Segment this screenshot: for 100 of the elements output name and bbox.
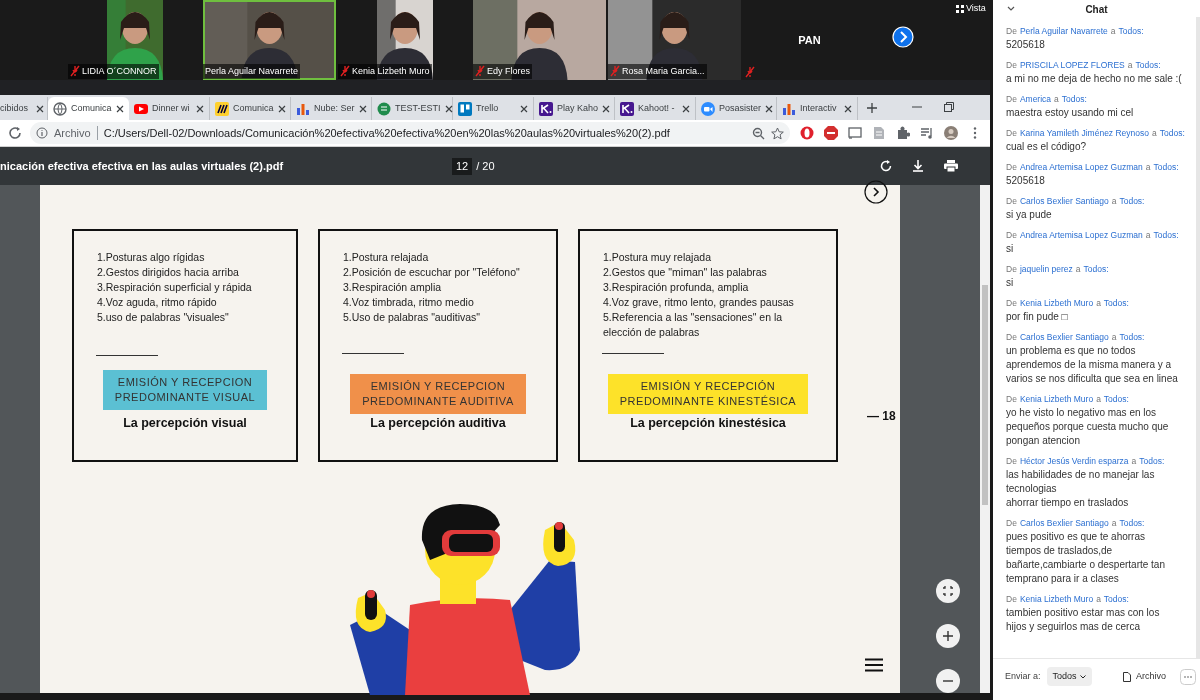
sender-prefix: De: [1006, 59, 1017, 71]
close-icon[interactable]: [765, 104, 774, 113]
participant-name: LIDIA O´CONNOR: [82, 64, 157, 78]
download-icon[interactable]: [912, 160, 924, 172]
sender-name: Perla Aguilar Navarrete: [1019, 25, 1108, 37]
close-icon[interactable]: [36, 104, 44, 113]
chat-message: tambien positivo estar mas con los hijos y seguirlos mas de cerca: [1006, 606, 1161, 634]
url-scheme: Archivo: [54, 125, 91, 141]
print-icon[interactable]: [944, 160, 958, 172]
zoom-in-button[interactable]: [936, 624, 960, 648]
view-button[interactable]: Vista: [966, 2, 986, 16]
list-item: 4.Voz timbrada, ritmo medio: [342, 295, 475, 310]
zoom-out-button[interactable]: [936, 669, 960, 693]
restore-icon[interactable]: [944, 102, 954, 112]
tab-title: Dinner wi: [152, 101, 190, 115]
next-page-button[interactable]: [892, 26, 914, 48]
chevron-down-icon[interactable]: [1007, 6, 1015, 12]
browser-tab[interactable]: Comunica: [48, 97, 129, 120]
sender-name: Kenia Lizbeth Muro: [1019, 393, 1094, 405]
tab-title: Play Kaho: [557, 101, 599, 115]
chat-title: Chat: [1084, 2, 1109, 17]
sender-prefix: De: [1006, 455, 1017, 467]
close-icon[interactable]: [444, 104, 453, 113]
sender-prefix: De: [1006, 93, 1017, 105]
close-icon[interactable]: [602, 104, 611, 113]
recipient-name: Todos:: [1119, 331, 1145, 343]
category-label: EMISIÓN Y RECEPCIÓN PREDOMINANTE KINESTÉSICA: [607, 374, 809, 415]
chat-message: maestra estoy usando mi cel: [1006, 106, 1135, 120]
info-icon: [36, 127, 48, 139]
chat-message: las habilidades de no manejar las tecnologias ahorrar tiempo en traslados: [1006, 468, 1156, 510]
recipient-name: Todos:: [1139, 455, 1165, 467]
sender-prefix: De: [1006, 517, 1017, 529]
send-to-label: Enviar a:: [1005, 669, 1041, 683]
close-icon[interactable]: [682, 104, 690, 113]
sender-prefix: De: [1006, 393, 1017, 405]
chat-message: 5205618: [1006, 38, 1046, 52]
close-icon[interactable]: [277, 104, 286, 113]
list-item: 1.Postura relajada: [342, 250, 430, 265]
file-button[interactable]: Archivo: [1123, 669, 1166, 684]
circle-icon: [377, 101, 391, 116]
recipient-prefix: a: [1152, 127, 1157, 139]
page-number-field[interactable]: 12: [452, 158, 473, 175]
list-item: 3.Respiración profunda, amplia: [602, 280, 750, 295]
recipient-name: Todos:: [1153, 229, 1179, 241]
sender-name: Andrea Artemisa Lopez Guzman: [1019, 229, 1143, 241]
sender-name: Carlos Bexlier Santiago: [1019, 331, 1109, 343]
globe-icon: [53, 101, 67, 116]
shield-icon[interactable]: [824, 126, 838, 140]
zoom-icon[interactable]: [752, 126, 765, 140]
list-item: 2.Gestos dirigidos hacia arriba: [96, 265, 240, 280]
sender-prefix: De: [1006, 127, 1017, 139]
music-list-icon[interactable]: [920, 126, 934, 140]
puzzle-icon[interactable]: [896, 126, 910, 140]
tab-title: Trello: [476, 101, 499, 115]
close-icon[interactable]: [358, 104, 367, 113]
chat-message: un problema es que no todos aprendemos de la misma manera y a varios se nos dificulta que sea en linea: [1006, 344, 1179, 386]
sender-prefix: De: [1006, 25, 1017, 37]
star-icon[interactable]: [771, 126, 784, 140]
category-label: EMISIÓN Y RECEPCION PREDOMINANTE VISUAL: [102, 370, 268, 410]
sender-prefix: De: [1006, 593, 1017, 605]
participant-name: Perla Aguilar Navarrete: [205, 64, 299, 78]
recipient-dropdown[interactable]: Todos: [1046, 666, 1092, 687]
close-icon[interactable]: [520, 104, 528, 113]
board-icon: [458, 101, 472, 116]
address-field[interactable]: Archivo C:/Users/Dell-02/Downloads/Comunicación%20efectiva%20efectiva%20en%20las%20aulas%20virtuales%20(2).pdf: [30, 122, 790, 144]
close-icon[interactable]: [844, 104, 852, 113]
tab-title: Posasister: [719, 101, 762, 115]
reload-icon[interactable]: [8, 126, 22, 140]
chat-message: yo he visto lo negativo mas en los pequeños porque cuesta mucho que pongan atencion: [1006, 406, 1170, 448]
close-icon[interactable]: [196, 104, 204, 113]
chat-message: si ya pude: [1006, 208, 1053, 222]
recipient-prefix: a: [1131, 455, 1137, 467]
tab-title: Comunica: [71, 101, 112, 115]
letter-k-icon: [539, 101, 553, 116]
play-icon: [134, 101, 148, 116]
sender-prefix: De: [1006, 263, 1017, 275]
list-item: 1.Postura muy relajada: [602, 250, 712, 265]
opera-icon[interactable]: [800, 126, 814, 140]
dropdown-value: Todos: [1052, 669, 1077, 683]
page-count: / 20: [476, 159, 495, 174]
recipient-name: Todos:: [1159, 127, 1185, 139]
tab-title: Comunica: [233, 101, 274, 115]
sender-name: America: [1019, 93, 1052, 105]
list-item: 1.Posturas algo rígidas: [96, 250, 206, 265]
recipient-prefix: a: [1111, 517, 1117, 529]
sender-name: Héctor Jesús Verdin esparza: [1019, 455, 1129, 467]
list-item: 5.uso de palabras "visuales": [96, 310, 230, 325]
grid-icon: [956, 4, 964, 13]
avatar-icon[interactable]: [944, 126, 958, 140]
menu-icon: [865, 658, 883, 672]
category-label: EMISIÓN Y RECEPCION PREDOMINANTE AUDITIVA: [350, 374, 526, 415]
new-tab-icon[interactable]: [866, 102, 878, 114]
close-icon[interactable]: [116, 104, 124, 113]
fit-page-button[interactable]: [936, 579, 960, 603]
sender-prefix: De: [1006, 331, 1017, 343]
recipient-name: Todos:: [1119, 517, 1145, 529]
tab-title: Kahoot! -: [638, 101, 675, 115]
scrollbar[interactable]: [980, 185, 990, 693]
document-title: nicación efectiva efectiva en las aulas virtuales (2).pdf: [0, 158, 284, 174]
rotate-icon[interactable]: [880, 160, 892, 172]
